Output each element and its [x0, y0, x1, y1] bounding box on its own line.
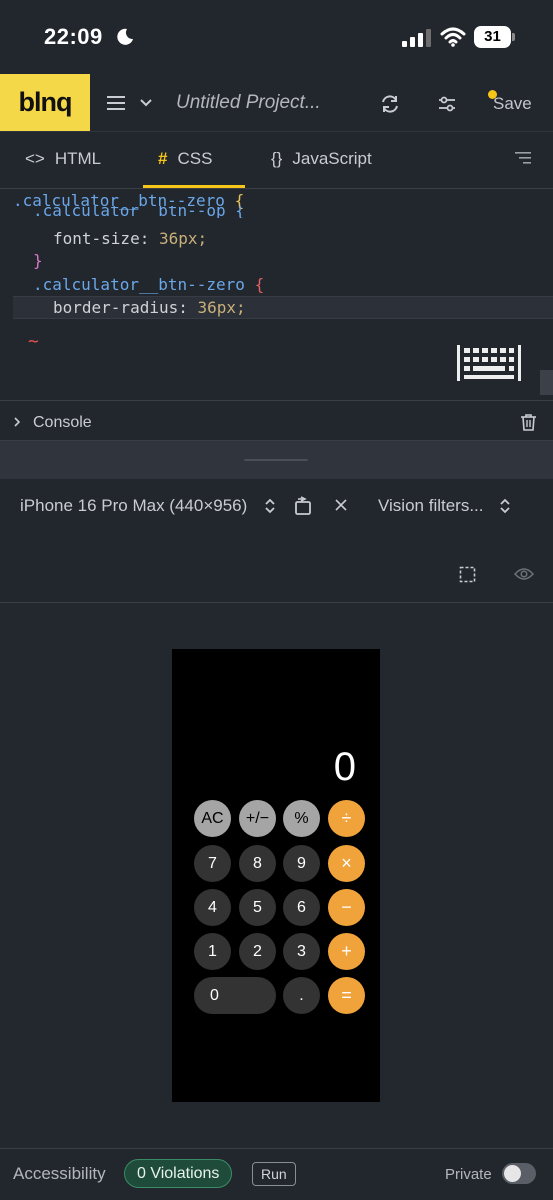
hash-icon: # — [158, 149, 168, 168]
violations-badge[interactable]: 0 Violations — [124, 1159, 233, 1188]
css-property: border-radius: — [53, 298, 188, 317]
calc-button-5[interactable]: 5 — [239, 889, 276, 926]
calc-button-divide[interactable]: ÷ — [328, 800, 365, 837]
calc-button-3[interactable]: 3 — [283, 933, 320, 970]
hamburger-menu-icon[interactable] — [107, 95, 125, 111]
chevron-updown-icon[interactable] — [500, 498, 510, 514]
editor-options-icon[interactable] — [515, 151, 531, 165]
code-line-border-radius[interactable]: border-radius: 36px; — [53, 298, 246, 317]
calculator-display: 0 — [333, 745, 356, 789]
calc-button-clear[interactable]: AC — [194, 800, 231, 837]
private-toggle[interactable] — [502, 1163, 536, 1184]
calc-button-multiply[interactable]: × — [328, 845, 365, 882]
curly-braces-icon: {} — [271, 149, 283, 168]
calc-button-4[interactable]: 4 — [194, 889, 231, 926]
calc-button-percent[interactable]: % — [283, 800, 320, 837]
calc-button-1[interactable]: 1 — [194, 933, 231, 970]
keyboard-icon[interactable] — [456, 344, 522, 382]
chevron-right-icon[interactable] — [13, 416, 21, 428]
run-button[interactable]: Run — [252, 1162, 296, 1186]
code-brackets-icon: <> — [25, 149, 45, 168]
tab-javascript[interactable]: {} JavaScript — [271, 149, 372, 169]
project-title[interactable]: Untitled Project... — [176, 92, 321, 114]
tab-html[interactable]: <> HTML — [25, 149, 101, 169]
code-line-font-size[interactable]: font-size: 36px; — [53, 229, 207, 248]
calc-button-decimal[interactable]: . — [283, 977, 320, 1014]
css-brace: { — [254, 275, 265, 294]
private-label: Private — [445, 1166, 492, 1183]
chevron-updown-icon[interactable] — [265, 498, 275, 514]
css-value: 36px; — [197, 298, 246, 317]
resize-handle[interactable] — [244, 459, 308, 461]
close-icon[interactable] — [335, 499, 347, 511]
eye-icon[interactable] — [514, 567, 534, 581]
chevron-down-icon[interactable] — [139, 98, 153, 108]
code-line-zero-selector[interactable]: .calculator__btn--zero { — [33, 275, 264, 294]
calc-button-sign[interactable]: +/− — [239, 800, 276, 837]
calc-button-equals[interactable]: = — [328, 977, 365, 1014]
calc-button-7[interactable]: 7 — [194, 845, 231, 882]
console-label[interactable]: Console — [33, 414, 92, 432]
calc-button-2[interactable]: 2 — [239, 933, 276, 970]
accessibility-label: Accessibility — [13, 1164, 106, 1183]
code-line-close-brace[interactable]: } — [33, 251, 43, 270]
vision-filters-select[interactable]: Vision filters... — [378, 496, 484, 516]
wifi-icon — [440, 27, 466, 47]
selection-box-icon[interactable] — [459, 566, 476, 583]
app-logo[interactable]: blnq — [0, 74, 90, 131]
moon-icon — [117, 28, 133, 45]
device-select[interactable]: iPhone 16 Pro Max (440×956) — [20, 496, 247, 516]
sliders-settings-icon[interactable] — [437, 94, 457, 114]
css-property: font-size: — [53, 229, 150, 248]
tab-label: HTML — [54, 149, 102, 168]
save-button[interactable]: Save — [493, 94, 532, 114]
calc-button-plus[interactable]: + — [328, 933, 365, 970]
editor-scrollbar[interactable] — [540, 370, 553, 395]
refresh-icon[interactable] — [379, 93, 401, 115]
trash-icon[interactable] — [520, 413, 537, 431]
tab-label: CSS — [177, 149, 213, 168]
calc-button-0[interactable]: 0 — [194, 977, 276, 1014]
calc-button-6[interactable]: 6 — [283, 889, 320, 926]
code-line-partial[interactable]: .calculator__btn--op { — [33, 206, 245, 218]
battery-tip — [512, 33, 515, 41]
toggle-knob — [504, 1165, 521, 1182]
battery-indicator: 31 — [474, 26, 516, 48]
cellular-signal-icon — [402, 29, 431, 47]
calc-button-9[interactable]: 9 — [283, 845, 320, 882]
status-time: 22:09 — [44, 24, 103, 49]
error-squiggle: ~ — [28, 331, 39, 352]
css-value: 36px; — [158, 229, 208, 248]
rotate-device-icon[interactable] — [294, 496, 312, 516]
battery-level: 31 — [474, 26, 511, 48]
calc-button-8[interactable]: 8 — [239, 845, 276, 882]
tab-css[interactable]: # CSS — [158, 149, 212, 169]
css-selector: .calculator__btn--zero — [33, 275, 245, 294]
calc-button-minus[interactable]: − — [328, 889, 365, 926]
tab-label: JavaScript — [292, 149, 372, 168]
